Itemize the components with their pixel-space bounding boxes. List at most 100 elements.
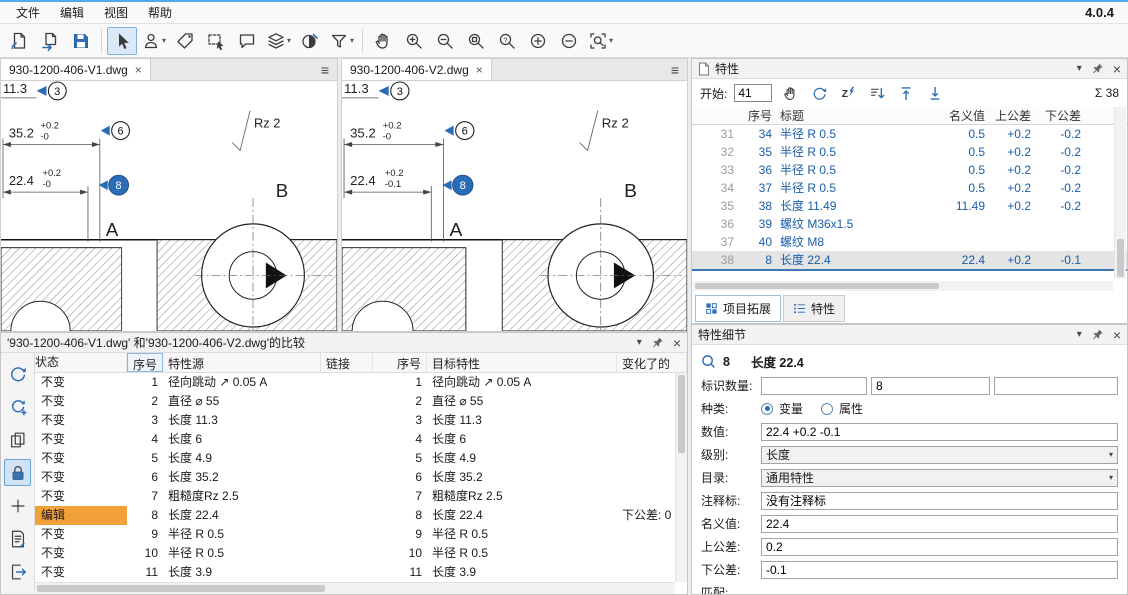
link-tool-button[interactable] — [170, 27, 200, 55]
column-header-changed[interactable]: 变化了的 — [617, 353, 687, 372]
select-tool-button[interactable] — [107, 27, 137, 55]
property-row[interactable]: 3235半径 R 0.50.5+0.2-0.2 — [692, 143, 1127, 161]
sync-compare-button[interactable] — [4, 360, 31, 387]
close-icon[interactable]: × — [1113, 328, 1121, 342]
zoom-help-button[interactable]: ? — [492, 27, 522, 55]
radio-label-attribute[interactable]: 属性 — [839, 400, 863, 417]
new-file-button[interactable] — [4, 27, 34, 55]
property-row[interactable]: 3538长度 11.4911.49+0.2-0.2 — [692, 197, 1127, 215]
save-button[interactable] — [66, 27, 96, 55]
zoom-in-button[interactable] — [399, 27, 429, 55]
drawing-canvas-v2[interactable]: 11.3 3 35.2 +0.2 -0 6 Rz 2 22.4 +0.2 — [342, 81, 687, 331]
open-file-button[interactable] — [35, 27, 65, 55]
tab-project-expand[interactable]: 项目拓展 — [695, 295, 781, 322]
column-header-source-number[interactable]: 序号 — [127, 353, 163, 372]
collapse-button[interactable] — [554, 27, 584, 55]
close-icon[interactable]: × — [476, 64, 483, 76]
recompare-button[interactable] — [4, 393, 31, 420]
vertical-scrollbar[interactable] — [1114, 107, 1126, 279]
property-row[interactable]: 3134半径 R 0.50.5+0.2-0.2 — [692, 125, 1127, 143]
zoom-out-button[interactable] — [430, 27, 460, 55]
property-row[interactable]: 3740螺纹 M8 — [692, 233, 1127, 251]
column-header-source[interactable]: 特性源 — [163, 353, 321, 372]
lock-button[interactable] — [4, 459, 31, 486]
comparison-row[interactable]: 不变9半径 R 0.59半径 R 0.5 — [35, 525, 687, 544]
close-icon[interactable]: × — [1113, 62, 1121, 76]
panel-menu-icon[interactable]: ▾ — [1077, 330, 1082, 340]
refresh-button[interactable] — [808, 82, 830, 104]
property-row[interactable]: 3336半径 R 0.50.5+0.2-0.2 — [692, 161, 1127, 179]
note-input[interactable] — [761, 492, 1118, 510]
tab-properties[interactable]: 特性 — [783, 295, 845, 322]
comparison-row[interactable]: 不变6长度 35.26长度 35.2 — [35, 468, 687, 487]
id-count-input-2[interactable] — [871, 377, 990, 395]
comparison-row[interactable]: 不变1径向跳动 ↗ 0.05 A1径向跳动 ↗ 0.05 A — [35, 373, 687, 392]
column-header-status[interactable]: 状态 — [35, 353, 127, 372]
close-icon[interactable]: × — [673, 336, 681, 350]
id-count-input-1[interactable] — [761, 377, 867, 395]
lower-tolerance-input[interactable] — [761, 561, 1118, 579]
go-bottom-button[interactable] — [924, 82, 946, 104]
add-button[interactable] — [4, 492, 31, 519]
start-input[interactable] — [734, 84, 772, 102]
catalog-select[interactable]: 通用特性 ▾ — [761, 469, 1118, 487]
nominal-input[interactable] — [761, 515, 1118, 533]
horizontal-scrollbar[interactable] — [35, 582, 675, 594]
export-button[interactable] — [4, 558, 31, 585]
renumber-button[interactable]: Z — [837, 82, 859, 104]
comparison-row[interactable]: 不变4长度 64长度 6 — [35, 430, 687, 449]
column-header-index[interactable] — [692, 107, 738, 124]
column-header-link[interactable]: 链接 — [321, 353, 373, 372]
pin-icon[interactable] — [1091, 62, 1104, 75]
menu-help[interactable]: 帮助 — [138, 2, 182, 23]
tab-list-menu-icon[interactable]: ≡ — [313, 59, 337, 80]
panel-menu-icon[interactable]: ▾ — [637, 338, 642, 348]
level-select[interactable]: 长度 ▾ — [761, 446, 1118, 464]
comparison-row[interactable]: 不变11长度 3.911长度 3.9 — [35, 563, 687, 582]
radio-attribute[interactable] — [821, 403, 833, 415]
tab-drawing-v2[interactable]: 930-1200-406-V2.dwg × — [342, 59, 492, 80]
property-row[interactable]: 388长度 22.422.4+0.2-0.1 — [692, 251, 1127, 271]
sort-button[interactable] — [866, 82, 888, 104]
comment-button[interactable] — [232, 27, 262, 55]
menu-file[interactable]: 文件 — [6, 2, 50, 23]
scrollbar-thumb[interactable] — [37, 585, 325, 592]
property-row[interactable]: 3437半径 R 0.50.5+0.2-0.2 — [692, 179, 1127, 197]
comparison-row[interactable]: 不变2直径 ⌀ 552直径 ⌀ 55 — [35, 392, 687, 411]
column-header-nominal[interactable]: 名义值 — [929, 107, 989, 124]
column-header-title[interactable]: 标题 — [776, 107, 929, 124]
comparison-row[interactable]: 不变3长度 11.33长度 11.3 — [35, 411, 687, 430]
compare-view-button[interactable] — [295, 27, 325, 55]
go-top-button[interactable] — [895, 82, 917, 104]
horizontal-scrollbar[interactable] — [693, 281, 1113, 291]
column-header-upper[interactable]: 上公差 — [989, 107, 1035, 124]
comparison-row[interactable]: 不变10半径 R 0.510半径 R 0.5 — [35, 544, 687, 563]
vertical-scrollbar[interactable] — [675, 373, 687, 582]
pick-button[interactable] — [779, 82, 801, 104]
close-icon[interactable]: × — [135, 64, 142, 76]
layers-button[interactable]: ▾ — [263, 27, 294, 55]
value-input[interactable] — [761, 423, 1118, 441]
scrollbar-thumb[interactable] — [678, 375, 685, 453]
zoom-extents-button[interactable] — [461, 27, 491, 55]
expand-button[interactable] — [523, 27, 553, 55]
scrollbar-thumb[interactable] — [1117, 239, 1124, 277]
property-row[interactable]: 3639螺纹 M36x1.5 — [692, 215, 1127, 233]
tab-drawing-v1[interactable]: 930-1200-406-V1.dwg × — [1, 59, 151, 80]
report-button[interactable] — [4, 525, 31, 552]
panel-menu-icon[interactable]: ▾ — [1077, 64, 1082, 74]
zoom-window-button[interactable]: ▾ — [585, 27, 616, 55]
drawing-canvas-v1[interactable]: 11.3 3 35.2 +0.2 -0 6 Rz 2 22.4 +0.2 — [1, 81, 337, 331]
upper-tolerance-input[interactable] — [761, 538, 1118, 556]
column-header-target-number[interactable]: 序号 — [373, 353, 427, 372]
pan-button[interactable] — [368, 27, 398, 55]
pin-icon[interactable] — [1091, 328, 1104, 341]
column-header-number[interactable]: 序号 — [738, 107, 776, 124]
comparison-row[interactable]: 编辑8长度 22.48长度 22.4下公差: 0 — [35, 506, 687, 525]
menu-edit[interactable]: 编辑 — [50, 2, 94, 23]
tab-list-menu-icon[interactable]: ≡ — [663, 59, 687, 80]
id-count-input-3[interactable] — [994, 377, 1118, 395]
radio-variable[interactable] — [761, 403, 773, 415]
copy-button[interactable] — [4, 426, 31, 453]
radio-label-variable[interactable]: 变量 — [779, 400, 803, 417]
